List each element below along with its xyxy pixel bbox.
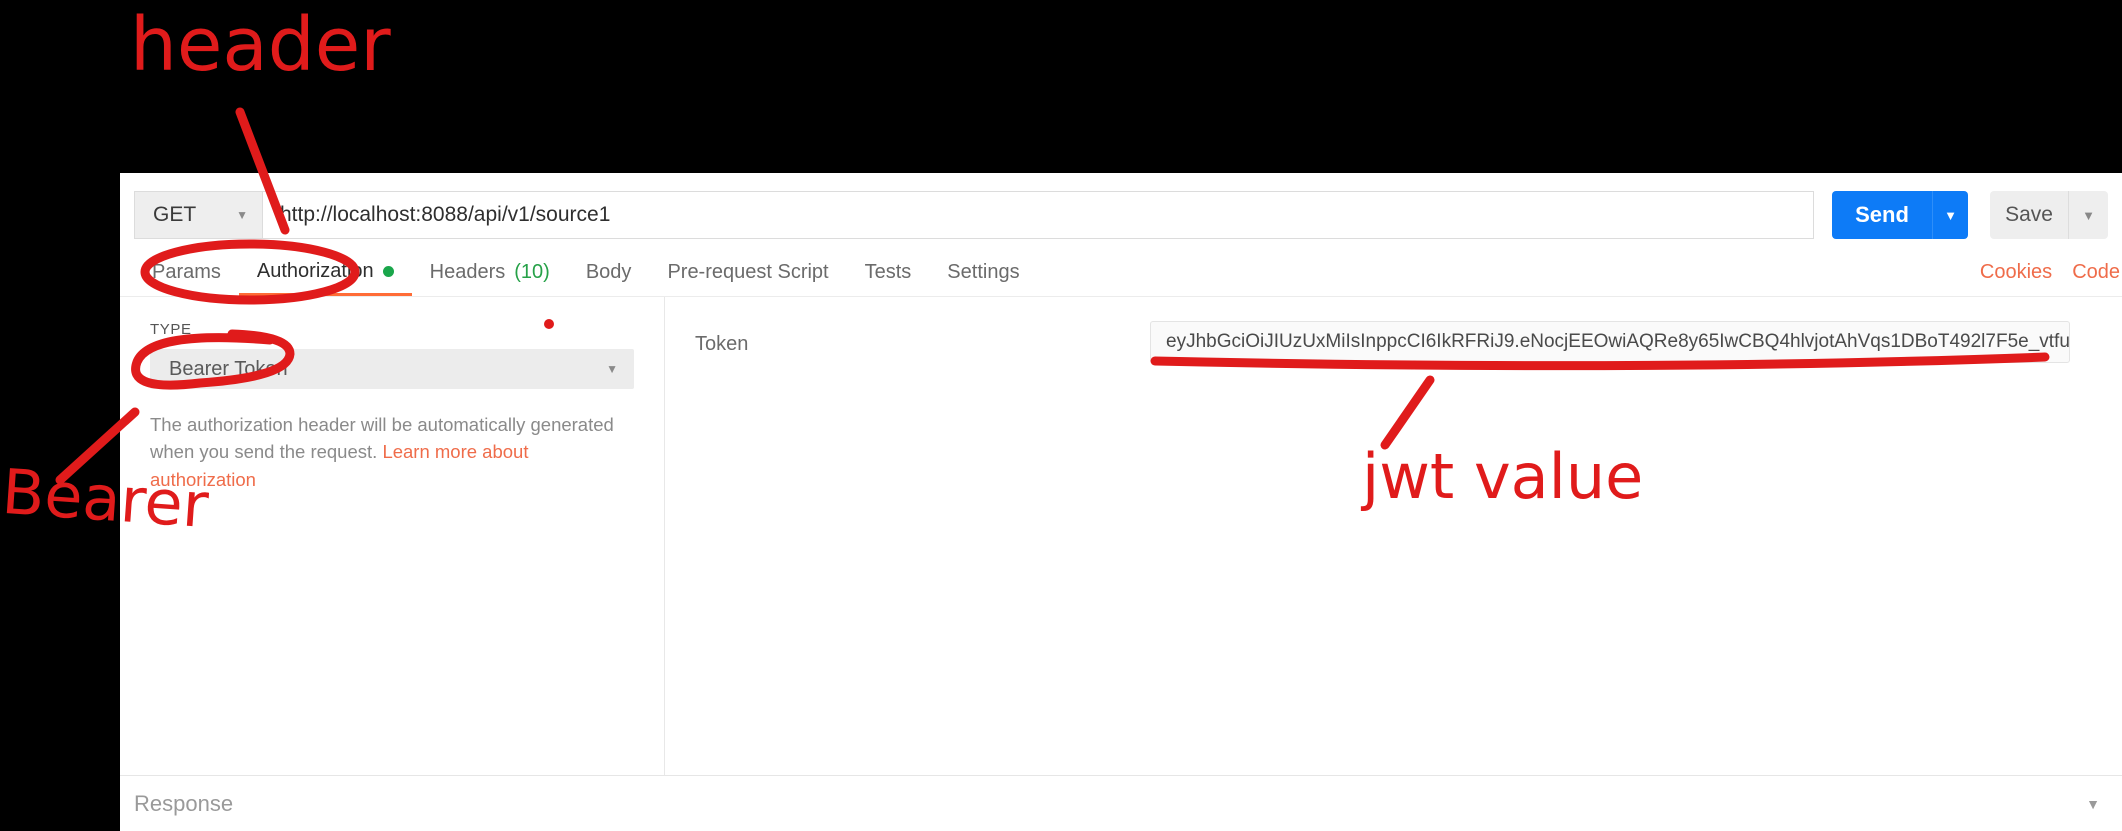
- send-button-group: Send ▼: [1832, 191, 1968, 239]
- auth-type-label: TYPE: [150, 321, 192, 338]
- tab-pre-request-script[interactable]: Pre-request Script: [649, 249, 846, 296]
- annotation-bearer-text: Bearer: [0, 454, 211, 543]
- tab-authorization[interactable]: Authorization: [238, 249, 412, 296]
- save-button[interactable]: Save: [1990, 191, 2068, 239]
- save-options-chevron-down-icon[interactable]: ▼: [2068, 191, 2108, 239]
- screenshot-canvas: GET ▼ http://localhost:8088/api/v1/sourc…: [0, 0, 2122, 831]
- api-client-window: GET ▼ http://localhost:8088/api/v1/sourc…: [120, 173, 2122, 831]
- tab-headers-label: Headers: [429, 261, 506, 283]
- auth-type-value: Bearer Token: [169, 357, 288, 380]
- chevron-down-icon: ▼: [606, 362, 618, 376]
- tab-params[interactable]: Params: [134, 249, 239, 296]
- auth-helper-text: The authorization header will be automat…: [150, 411, 628, 493]
- tab-settings[interactable]: Settings: [929, 249, 1037, 296]
- request-url-bar: GET ▼ http://localhost:8088/api/v1/sourc…: [120, 186, 2122, 244]
- send-button[interactable]: Send: [1832, 191, 1932, 239]
- auth-token-pane: Token eyJhbGciOiJIUzUxMiIsInppcCI6IkRFRi…: [665, 297, 2122, 775]
- authorization-panel: TYPE Bearer Token ▼ The authorization he…: [120, 297, 2122, 775]
- tab-params-label: Params: [152, 261, 221, 283]
- auth-type-select[interactable]: Bearer Token ▼: [150, 349, 634, 389]
- response-bar: Response ▼: [120, 776, 2122, 831]
- annotation-jwt-value-text: jwt value: [1362, 440, 1644, 513]
- authorization-status-dot-icon: [382, 265, 394, 277]
- url-input[interactable]: http://localhost:8088/api/v1/source1: [262, 191, 1814, 239]
- request-tabs: Params Authorization Headers (10) Body P…: [120, 249, 2122, 297]
- token-input[interactable]: eyJhbGciOiJIUzUxMiIsInppcCI6IkRFRiJ9.eNo…: [1150, 321, 2070, 363]
- cookies-link[interactable]: Cookies: [1980, 261, 2052, 284]
- annotation-header-text: header: [130, 2, 391, 88]
- response-collapse-chevron-down-icon[interactable]: ▼: [2086, 796, 2100, 812]
- tab-headers[interactable]: Headers (10): [412, 249, 568, 296]
- tab-body-label: Body: [585, 261, 632, 283]
- response-label: Response: [134, 790, 234, 816]
- tab-pre-request-script-label: Pre-request Script: [667, 261, 829, 283]
- tab-row-links: Cookies Code: [1980, 249, 2122, 296]
- http-method-value: GET: [153, 203, 197, 226]
- tab-settings-label: Settings: [947, 261, 1020, 283]
- http-method-select[interactable]: GET ▼: [134, 191, 262, 239]
- send-options-chevron-down-icon[interactable]: ▼: [1932, 191, 1968, 239]
- code-link[interactable]: Code: [2072, 261, 2120, 284]
- save-button-group: Save ▼: [1990, 191, 2108, 239]
- tab-headers-count: (10): [514, 261, 550, 283]
- tab-tests[interactable]: Tests: [847, 249, 930, 296]
- tab-body[interactable]: Body: [568, 249, 650, 296]
- token-label: Token: [695, 333, 749, 355]
- chevron-down-icon: ▼: [236, 208, 248, 222]
- tab-authorization-label: Authorization: [256, 259, 374, 282]
- token-field-row: Token eyJhbGciOiJIUzUxMiIsInppcCI6IkRFRi…: [695, 321, 2122, 363]
- tab-tests-label: Tests: [864, 261, 912, 283]
